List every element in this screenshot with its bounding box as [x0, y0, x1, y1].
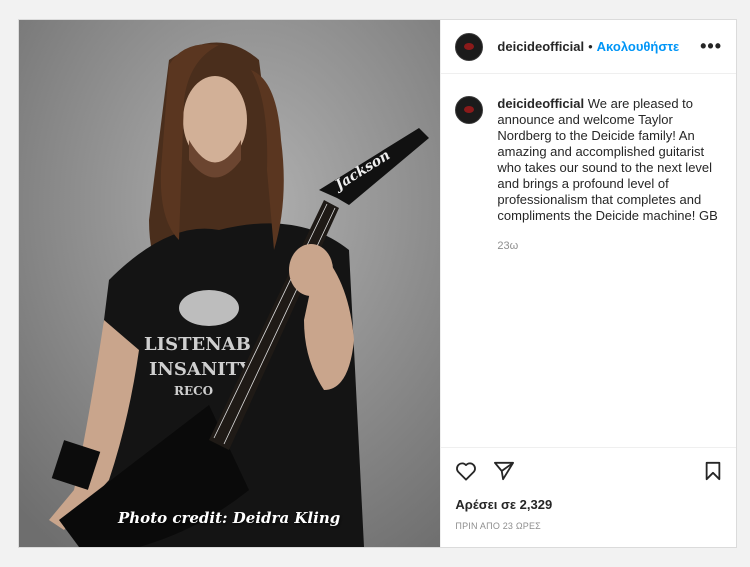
- post-header: deicideofficial • Ακολουθήστε •••: [441, 20, 736, 74]
- shirt-text-line-3: RECO: [174, 384, 213, 398]
- post-image[interactable]: LISTENAB INSANITY RECO Jackson Photo cre…: [19, 20, 441, 547]
- photo-credit: Photo credit: Deidra Kling: [118, 509, 341, 527]
- caption-body: deicideofficial We are pleased to announ…: [497, 96, 722, 447]
- username-link[interactable]: deicideofficial: [497, 39, 584, 54]
- action-bar: [441, 447, 736, 493]
- posted-time[interactable]: ΠΡΙΝ ΑΠΟ 23 ΩΡΕΣ: [441, 515, 736, 547]
- more-options-icon[interactable]: •••: [700, 36, 722, 57]
- guitarist-photo: LISTENAB INSANITY RECO Jackson: [19, 20, 441, 547]
- follow-button[interactable]: Ακολουθήστε: [597, 39, 680, 54]
- shirt-text-line-2: INSANITY: [149, 359, 253, 380]
- caption-username-link[interactable]: deicideofficial: [497, 96, 584, 111]
- separator-dot: •: [588, 39, 593, 54]
- caption-timestamp[interactable]: 23ω: [497, 238, 722, 254]
- likes-count[interactable]: Αρέσει σε 2,329: [441, 493, 736, 515]
- shirt-text-line-1: LISTENAB: [144, 334, 251, 355]
- bookmark-icon[interactable]: [704, 461, 722, 481]
- post-frame: LISTENAB INSANITY RECO Jackson Photo cre…: [18, 19, 737, 548]
- avatar[interactable]: [455, 32, 484, 61]
- heart-icon[interactable]: [455, 461, 477, 481]
- caption-section: deicideofficial We are pleased to announ…: [441, 74, 736, 447]
- caption-text: We are pleased to announce and welcome T…: [497, 96, 718, 223]
- caption-avatar[interactable]: [455, 96, 484, 124]
- post-sidebar: deicideofficial • Ακολουθήστε ••• deicid…: [440, 20, 736, 547]
- paper-plane-icon[interactable]: [493, 461, 515, 481]
